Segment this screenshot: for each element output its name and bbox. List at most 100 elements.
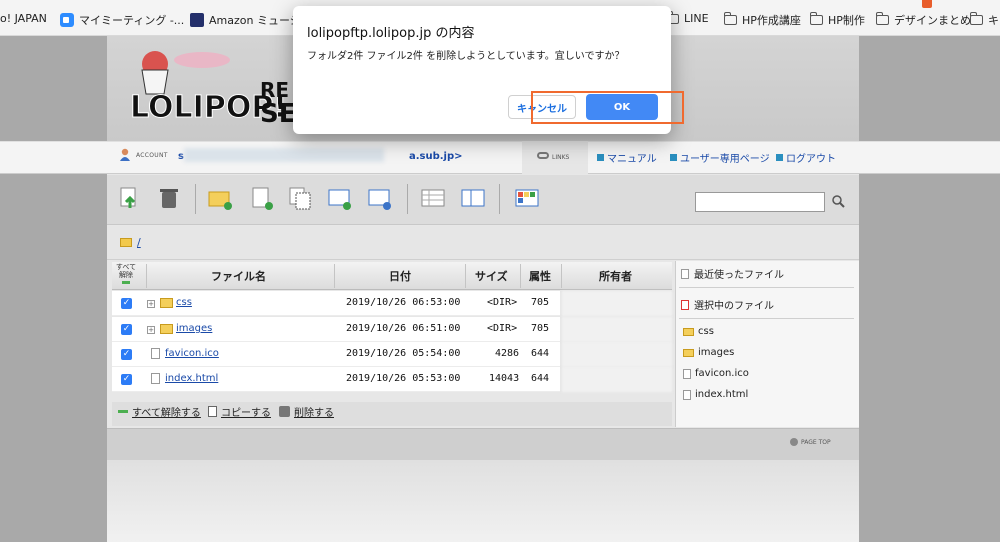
divider [679,318,854,319]
page-top-link[interactable]: PAGE TOP [790,438,831,446]
bullet-icon [776,154,783,161]
col-size[interactable]: サイズ [475,268,508,284]
split-view-icon[interactable] [461,186,485,210]
divider [679,287,854,288]
recent-files-header[interactable]: 最近使ったファイル [681,266,784,281]
expand-icon[interactable]: + [147,326,155,334]
nav-logout[interactable]: ログアウト [776,150,836,165]
redacted-area [184,148,384,162]
bookmark-label: デザインまとめ [894,14,971,27]
owner-cell-redacted [562,342,672,367]
item-label: css [698,326,714,337]
file-date: 2019/10/26 06:51:00 [346,323,461,334]
bookmark-label: マイミーティング -... [79,14,185,27]
account-domain-suffix: a.sub.jp> [408,151,463,162]
owner-cell-redacted [562,317,672,342]
item-label: images [698,347,735,358]
col-permission[interactable]: 属性 [529,268,551,284]
dialog-message: フォルダ2件 ファイル2件 を削除しようとしています。宜しいですか？ [307,51,625,62]
file-date: 2019/10/26 05:54:00 [346,348,461,359]
new-file-icon[interactable] [250,186,274,210]
column-divider [465,264,466,288]
bookmark-design[interactable]: デザインまとめ [875,12,971,28]
path-row [107,226,859,260]
bookmark-label: LINE [684,12,709,25]
trash-icon [279,406,290,417]
nav-user-page[interactable]: ユーザー専用ページ [670,150,770,165]
selected-file-item[interactable]: images [683,347,734,358]
selected-file-icon [681,299,689,310]
file-name-link[interactable]: css [176,297,192,308]
item-label: favicon.ico [695,368,749,379]
folder-icon [160,298,173,308]
file-name-link[interactable]: favicon.ico [165,348,219,359]
folder-icon [723,12,737,25]
unselect-all-button[interactable]: すべて解除する [118,404,201,419]
lolipop-logo: LOLIPOP! RE SE [130,51,295,129]
expand-icon[interactable]: + [147,300,155,308]
owner-cell-redacted [562,367,672,392]
owner-cell-redacted [562,291,672,316]
file-name-link[interactable]: images [176,323,212,334]
trash-icon[interactable] [157,186,181,210]
selected-file-item[interactable]: favicon.ico [683,368,749,379]
file-icon [151,348,160,359]
toolbar-divider [195,184,196,214]
bookmark-yahoo[interactable]: o! JAPAN [0,12,47,25]
row-checkbox[interactable]: ✓ [121,324,132,335]
file-size: <DIR> [487,297,518,308]
folder-icon [683,348,694,357]
unselect-label: すべて [115,263,137,271]
file-icon [151,373,160,384]
current-path[interactable]: / [137,236,141,249]
bookmark-hp-course[interactable]: HP作成講座 [723,12,801,28]
new-window-icon[interactable] [328,186,352,210]
minus-icon [122,281,130,284]
bullet-icon [597,154,604,161]
bookmark-hp-production[interactable]: HP制作 [809,12,865,28]
new-folder-icon[interactable] [208,186,232,210]
selected-file-item[interactable]: index.html [683,389,748,400]
unselect-all-toggle[interactable]: すべて 解除 [115,263,137,284]
selected-files-header[interactable]: 選択中のファイル [681,297,774,312]
row-checkbox[interactable]: ✓ [121,374,132,385]
copy-button[interactable]: コピーする [208,404,271,419]
toolbar-divider [407,184,408,214]
bookmark-amazon-music[interactable]: Amazon ミュージ [190,12,301,28]
bookmark-line[interactable]: LINE [665,10,709,25]
bookmark-label: Amazon ミュージ [209,14,301,27]
file-icon [683,368,691,379]
grid-view-icon[interactable] [515,186,539,210]
delete-button[interactable]: 削除する [279,404,334,419]
search-icon[interactable] [831,194,845,208]
col-filename[interactable]: ファイル名 [211,268,266,284]
row-checkbox[interactable]: ✓ [121,349,132,360]
panel-heading: 最近使ったファイル [694,270,784,281]
col-owner[interactable]: 所有者 [599,268,632,284]
copy-icon[interactable] [288,186,312,210]
minus-icon [118,410,128,413]
file-size: 4286 [495,348,520,359]
search-input[interactable] [695,192,825,212]
action-label: コピーする [221,408,271,419]
file-size: <DIR> [487,323,518,334]
nav-label: ログアウト [786,154,836,165]
file-name-link[interactable]: index.html [165,373,218,384]
list-view-icon[interactable] [421,186,445,210]
settings-window-icon[interactable] [368,186,392,210]
file-permission: 644 [531,348,550,359]
file-size: 14043 [489,373,520,384]
col-date[interactable]: 日付 [389,268,411,284]
up-arrow-icon [790,438,798,446]
row-checkbox[interactable]: ✓ [121,298,132,309]
selected-file-item[interactable]: css [683,326,714,337]
bookmark-more[interactable]: キ [969,12,999,28]
bullet-icon [670,154,677,161]
folder-icon [683,327,694,336]
side-panel [675,261,859,427]
upload-icon[interactable] [118,186,142,210]
folder-icon [969,12,983,25]
column-divider [561,264,562,288]
nav-manual[interactable]: マニュアル [597,150,657,165]
bookmark-zoom[interactable]: マイミーティング -... [60,12,184,28]
